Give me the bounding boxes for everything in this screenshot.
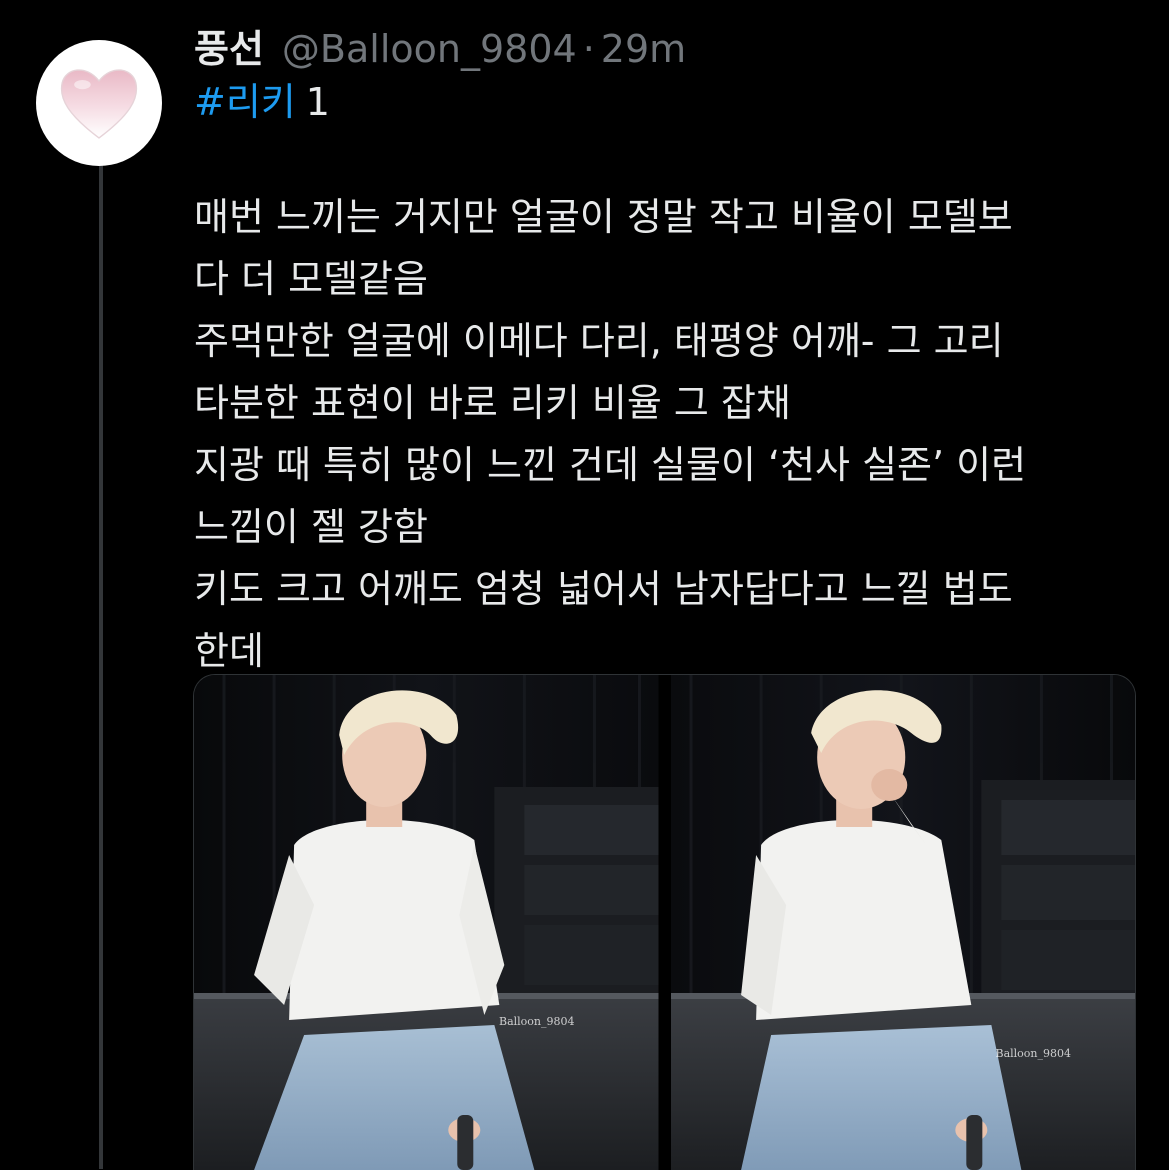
photo-watermark: Balloon_9804 xyxy=(499,1015,575,1028)
tweet-text-line: 다 더 모델같음 xyxy=(194,257,428,301)
hashtag-suffix: 1 xyxy=(305,80,330,124)
hashtag-link[interactable]: #리키 xyxy=(194,80,296,124)
thread-connector-line xyxy=(99,152,103,1169)
hashtag-line: #리키 1 xyxy=(194,76,330,128)
tweet-text-line: 지광 때 특히 많이 느낀 건데 실물이 ‘천사 실존’ 이런 xyxy=(194,443,1027,487)
timestamp[interactable]: 29m xyxy=(601,27,686,71)
tweet-text-line: 타분한 표현이 바로 리키 비율 그 잡채 xyxy=(194,381,791,425)
display-name[interactable]: 풍선 xyxy=(194,18,264,73)
header-separator: · xyxy=(582,27,595,71)
tweet-text-line: 느낌이 젤 강함 xyxy=(194,505,428,549)
media-photo-2[interactable]: Balloon_9804 xyxy=(670,675,1135,1170)
pink-heart-balloon-icon xyxy=(60,69,138,139)
user-handle[interactable]: @Balloon_9804 xyxy=(282,27,577,71)
tweet-text-line: 매번 느끼는 거지만 얼굴이 정말 작고 비율이 모델보 xyxy=(194,195,1013,239)
concert-photo-image xyxy=(194,675,659,1170)
concert-photo-image xyxy=(670,675,1135,1170)
tweet-text-line: 키도 크고 어깨도 엄청 넓어서 남자답다고 느낄 법도 xyxy=(194,567,1013,611)
tweet-text-line: 한데 xyxy=(194,629,264,673)
media-photo-1[interactable]: Balloon_9804 xyxy=(194,675,659,1170)
tweet-body: 매번 느끼는 거지만 얼굴이 정말 작고 비율이 모델보 다 더 모델같음 주먹… xyxy=(194,186,1124,682)
avatar[interactable] xyxy=(36,40,162,166)
media-grid: Balloon_9804 Balloon_9804 xyxy=(193,674,1136,1170)
tweet-text-line: 주먹만한 얼굴에 이메다 다리, 태평양 어깨- 그 고리 xyxy=(194,319,1004,363)
tweet-header: 풍선 @Balloon_9804 · 29m xyxy=(194,18,686,73)
photo-watermark: Balloon_9804 xyxy=(995,1047,1072,1060)
